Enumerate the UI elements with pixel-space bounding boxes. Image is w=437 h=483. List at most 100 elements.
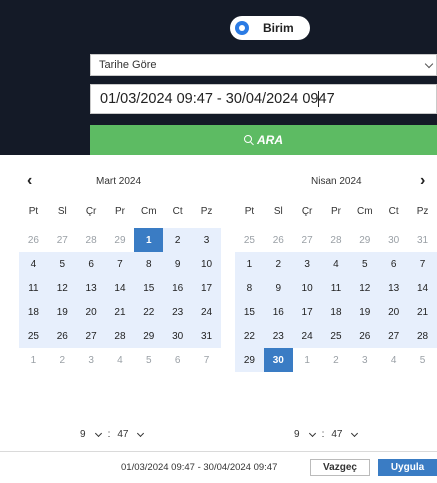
- right-calendar-day[interactable]: 1: [293, 348, 322, 372]
- right-calendar-day[interactable]: 30: [379, 228, 408, 252]
- filter-type-select[interactable]: Tarihe Göre: [90, 54, 437, 76]
- right-calendar-day[interactable]: 11: [321, 276, 351, 300]
- apply-button[interactable]: Uygula: [378, 459, 437, 476]
- prev-month-button[interactable]: ‹: [27, 172, 32, 190]
- left-calendar-day[interactable]: 8: [134, 252, 164, 276]
- right-calendar-day[interactable]: 9: [263, 276, 293, 300]
- left-calendar-day[interactable]: 1: [134, 228, 164, 252]
- left-calendar-day[interactable]: 4: [106, 348, 135, 372]
- left-calendar-day[interactable]: 28: [77, 228, 106, 252]
- right-calendar-day[interactable]: 27: [293, 228, 322, 252]
- left-calendar-day[interactable]: 1: [19, 348, 48, 372]
- birim-radio[interactable]: Birim: [230, 16, 310, 40]
- left-calendar-day[interactable]: 27: [48, 228, 77, 252]
- left-calendar-day[interactable]: 26: [19, 228, 48, 252]
- left-calendar-day[interactable]: 2: [163, 228, 193, 252]
- right-calendar-day[interactable]: 21: [408, 300, 437, 324]
- right-minute-select[interactable]: 47: [331, 429, 359, 440]
- left-calendar-day[interactable]: 27: [76, 324, 106, 348]
- left-calendar-day[interactable]: 12: [47, 276, 77, 300]
- left-calendar-week: 25 26 27 28 29 30 31: [19, 324, 221, 348]
- right-calendar-day[interactable]: 8: [235, 276, 264, 300]
- search-button-label: ARA: [257, 133, 283, 147]
- left-calendar-day[interactable]: 2: [48, 348, 77, 372]
- date-range-input[interactable]: 01/03/2024 09:47 - 30/04/2024 09 47: [90, 84, 437, 114]
- left-calendar-day[interactable]: 10: [192, 252, 221, 276]
- left-calendar-day[interactable]: 28: [105, 324, 135, 348]
- left-calendar-day[interactable]: 29: [134, 324, 164, 348]
- left-calendar-day[interactable]: 17: [192, 276, 221, 300]
- right-calendar-day[interactable]: 25: [321, 324, 351, 348]
- left-hour-select[interactable]: 9: [80, 429, 102, 440]
- left-calendar-day[interactable]: 3: [77, 348, 106, 372]
- left-minute-select[interactable]: 47: [117, 429, 145, 440]
- left-calendar-day[interactable]: 25: [19, 324, 48, 348]
- left-calendar-day[interactable]: 26: [47, 324, 77, 348]
- left-calendar-day[interactable]: 6: [76, 252, 106, 276]
- left-calendar-day[interactable]: 31: [192, 324, 221, 348]
- left-calendar-day[interactable]: 5: [134, 348, 163, 372]
- right-calendar-day[interactable]: 7: [408, 252, 437, 276]
- right-calendar-day[interactable]: 25: [235, 228, 264, 252]
- right-calendar-day[interactable]: 28: [408, 324, 437, 348]
- right-calendar-day[interactable]: 26: [350, 324, 380, 348]
- right-calendar-day[interactable]: 15: [235, 300, 264, 324]
- right-calendar-day[interactable]: 16: [263, 300, 293, 324]
- right-calendar-day[interactable]: 29: [350, 228, 379, 252]
- left-calendar-day[interactable]: 29: [106, 228, 135, 252]
- right-calendar-day[interactable]: 5: [408, 348, 437, 372]
- right-calendar-day[interactable]: 28: [322, 228, 351, 252]
- right-calendar-day[interactable]: 19: [350, 300, 380, 324]
- left-calendar-day[interactable]: 15: [134, 276, 164, 300]
- right-calendar-day[interactable]: 5: [350, 252, 380, 276]
- left-calendar-day[interactable]: 20: [76, 300, 106, 324]
- left-calendar-day[interactable]: 6: [163, 348, 192, 372]
- left-calendar-day[interactable]: 7: [105, 252, 135, 276]
- right-hour-select[interactable]: 9: [294, 429, 316, 440]
- cancel-button[interactable]: Vazgeç: [310, 459, 370, 476]
- right-calendar-day[interactable]: 20: [379, 300, 409, 324]
- next-month-button[interactable]: ›: [420, 172, 425, 190]
- left-calendar-day[interactable]: 4: [19, 252, 48, 276]
- left-calendar-day[interactable]: 7: [192, 348, 221, 372]
- right-calendar-day[interactable]: 6: [379, 252, 409, 276]
- left-calendar-day[interactable]: 3: [192, 228, 221, 252]
- right-calendar-day[interactable]: 26: [264, 228, 293, 252]
- left-calendar-day[interactable]: 9: [163, 252, 193, 276]
- right-calendar-day[interactable]: 24: [292, 324, 322, 348]
- right-calendar-day[interactable]: 31: [408, 228, 437, 252]
- right-calendar-day[interactable]: 23: [263, 324, 293, 348]
- right-calendar-day[interactable]: 2: [263, 252, 293, 276]
- right-calendar-day[interactable]: 17: [292, 300, 322, 324]
- left-calendar-day[interactable]: 22: [134, 300, 164, 324]
- left-calendar-day[interactable]: 23: [163, 300, 193, 324]
- right-calendar-day[interactable]: 29: [235, 348, 264, 372]
- left-calendar-day[interactable]: 14: [105, 276, 135, 300]
- left-calendar-day[interactable]: 24: [192, 300, 221, 324]
- left-calendar-day[interactable]: 16: [163, 276, 193, 300]
- right-calendar-day[interactable]: 18: [321, 300, 351, 324]
- right-calendar-day[interactable]: 12: [350, 276, 380, 300]
- right-calendar-day[interactable]: 2: [322, 348, 351, 372]
- right-calendar-day[interactable]: 4: [379, 348, 408, 372]
- left-calendar-day[interactable]: 30: [163, 324, 193, 348]
- right-calendar-day[interactable]: 1: [235, 252, 264, 276]
- right-calendar-day[interactable]: 13: [379, 276, 409, 300]
- left-calendar-day[interactable]: 18: [19, 300, 48, 324]
- chevron-down-icon: [351, 429, 359, 437]
- right-calendar-day[interactable]: 14: [408, 276, 437, 300]
- right-calendar-day[interactable]: 22: [235, 324, 264, 348]
- right-calendar-day[interactable]: 10: [292, 276, 322, 300]
- right-calendar-day[interactable]: 4: [321, 252, 351, 276]
- left-calendar-day[interactable]: 21: [105, 300, 135, 324]
- left-calendar-day[interactable]: 13: [76, 276, 106, 300]
- left-calendar-day[interactable]: 5: [47, 252, 77, 276]
- right-calendar-week: 15 16 17 18 19 20 21: [235, 300, 437, 324]
- right-calendar-day[interactable]: 3: [350, 348, 379, 372]
- right-calendar-day[interactable]: 30: [263, 348, 293, 372]
- search-button[interactable]: ARA: [90, 125, 437, 155]
- left-calendar-day[interactable]: 11: [19, 276, 48, 300]
- right-calendar-day[interactable]: 27: [379, 324, 409, 348]
- right-calendar-day[interactable]: 3: [292, 252, 322, 276]
- left-calendar-day[interactable]: 19: [47, 300, 77, 324]
